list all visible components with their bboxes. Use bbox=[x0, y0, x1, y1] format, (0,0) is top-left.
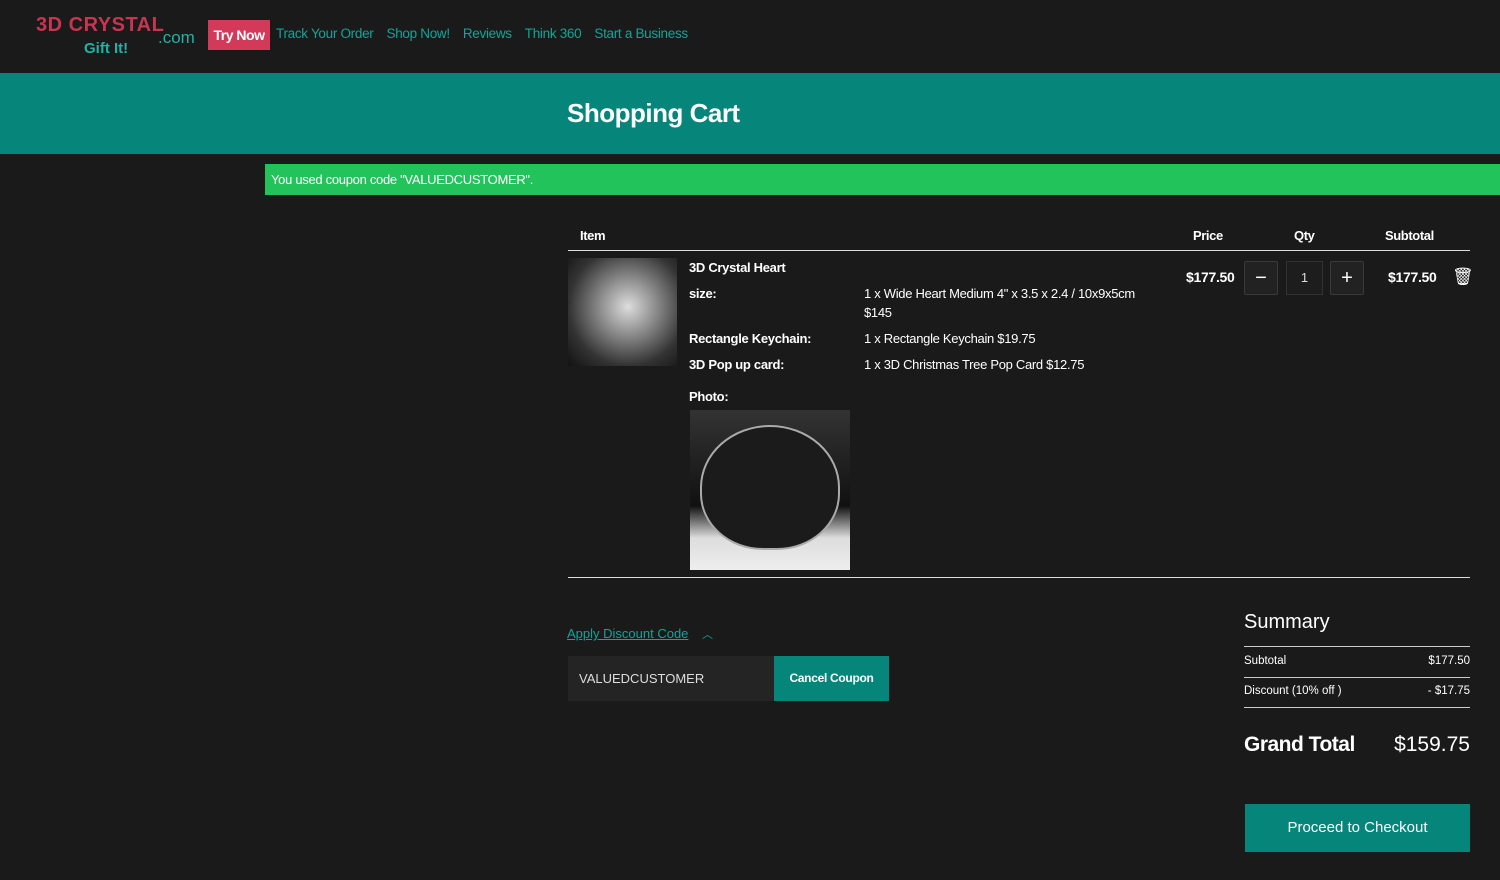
nav-link-track-order[interactable]: Track Your Order bbox=[276, 26, 374, 41]
header-subtotal: Subtotal bbox=[1385, 228, 1434, 243]
uploaded-photo bbox=[690, 410, 850, 570]
item-subtotal: $177.50 bbox=[1388, 269, 1437, 285]
option-value: 1 x Rectangle Keychain $19.75 bbox=[864, 331, 1036, 346]
summary-subtotal-row: Subtotal $177.50 bbox=[1244, 655, 1470, 667]
apply-discount-link[interactable]: Apply Discount Code bbox=[567, 626, 688, 641]
header-price: Price bbox=[1193, 228, 1223, 243]
logo-domain: .com bbox=[158, 28, 195, 47]
header-qty: Qty bbox=[1294, 228, 1315, 243]
option-label: 3D Pop up card: bbox=[689, 357, 785, 372]
success-message: You used coupon code "VALUEDCUSTOMER". bbox=[265, 164, 1500, 195]
heart-shape bbox=[700, 425, 840, 550]
try-now-button[interactable]: Try Now bbox=[208, 20, 270, 50]
discount-value: - $17.75 bbox=[1427, 685, 1470, 697]
proceed-to-checkout-button[interactable]: Proceed to Checkout bbox=[1245, 804, 1470, 852]
item-price: $177.50 bbox=[1186, 269, 1235, 285]
coupon-input[interactable]: VALUEDCUSTOMER bbox=[568, 656, 774, 701]
nav-link-reviews[interactable]: Reviews bbox=[463, 26, 512, 41]
divider bbox=[568, 577, 1470, 578]
grand-total-label: Grand Total bbox=[1244, 733, 1355, 756]
logo-text: 3D CRYSTAL bbox=[36, 14, 165, 36]
nav-link-shop-now[interactable]: Shop Now! bbox=[387, 26, 451, 41]
page-title: Shopping Cart bbox=[567, 98, 740, 128]
cancel-coupon-button[interactable]: Cancel Coupon bbox=[774, 656, 889, 701]
decrease-qty-button[interactable]: − bbox=[1244, 261, 1278, 295]
chevron-up-icon[interactable]: ︿ bbox=[702, 626, 713, 642]
top-nav: 3D CRYSTAL Gift It! .com Try Now Track Y… bbox=[0, 0, 1500, 73]
logo-sub: Gift It! bbox=[84, 40, 129, 57]
trash-icon[interactable]: 🗑 bbox=[1452, 267, 1474, 287]
nav-link-start-business[interactable]: Start a Business bbox=[594, 26, 688, 41]
option-value: 1 x Wide Heart Medium 4" x 3.5 x 2.4 / 1… bbox=[864, 286, 1135, 301]
subtotal-label: Subtotal bbox=[1244, 655, 1287, 667]
divider bbox=[1244, 646, 1470, 647]
header-item: Item bbox=[580, 228, 606, 243]
option-value: 1 x 3D Christmas Tree Pop Card $12.75 bbox=[864, 357, 1085, 372]
summary-title: Summary bbox=[1244, 611, 1330, 633]
option-label: size: bbox=[689, 286, 717, 301]
increase-qty-button[interactable]: + bbox=[1330, 261, 1364, 295]
qty-input[interactable]: 1 bbox=[1286, 261, 1323, 295]
divider bbox=[1244, 677, 1470, 678]
page-banner: Shopping Cart bbox=[0, 73, 1500, 154]
divider bbox=[568, 250, 1470, 251]
nav-link-think-360[interactable]: Think 360 bbox=[525, 26, 582, 41]
grand-total-value: $159.75 bbox=[1394, 733, 1470, 756]
subtotal-value: $177.50 bbox=[1428, 655, 1470, 667]
summary-discount-row: Discount (10% off ) - $17.75 bbox=[1244, 685, 1470, 697]
divider bbox=[1244, 707, 1470, 708]
option-label: Rectangle Keychain: bbox=[689, 331, 812, 346]
logo[interactable]: 3D CRYSTAL Gift It! .com bbox=[36, 14, 201, 60]
photo-label: Photo: bbox=[689, 389, 729, 404]
discount-label: Discount (10% off ) bbox=[1244, 685, 1342, 697]
product-thumbnail[interactable] bbox=[568, 258, 677, 366]
option-value-price: $145 bbox=[864, 305, 892, 320]
product-name[interactable]: 3D Crystal Heart bbox=[689, 260, 786, 275]
